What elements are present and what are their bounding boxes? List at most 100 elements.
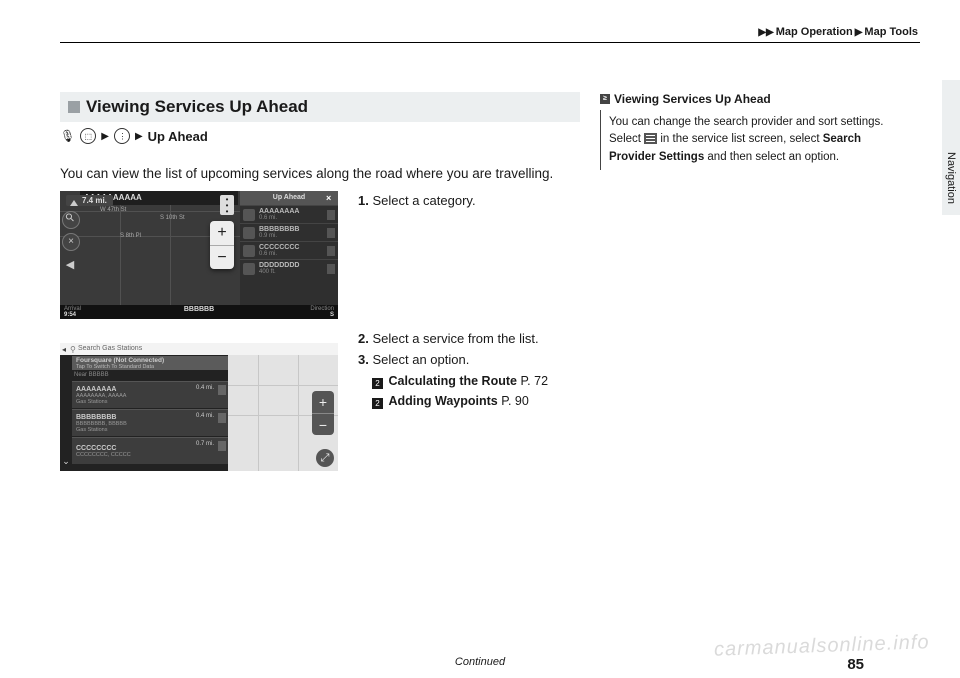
- item-dist: 0.4 mi.: [196, 385, 214, 391]
- side-note-body: You can change the search provider and s…: [600, 110, 890, 170]
- zoom-out-icon[interactable]: −: [312, 413, 334, 436]
- item-dist: 0.7 mi.: [196, 441, 214, 447]
- row-2: ⚲ Search Gas Stations ◂ Foursquare (Not …: [60, 329, 580, 471]
- item-name: DDDDDDDD: [259, 262, 323, 269]
- flag-icon: [327, 228, 335, 238]
- item-name: CCCCCCCC: [259, 244, 323, 251]
- list-item[interactable]: BBBBBBBB BBBBBBBB, BBBBB Gas Stations 0.…: [72, 409, 230, 436]
- reference-link: 2 Calculating the Route P. 72: [372, 371, 580, 391]
- notice-title: Foursquare (Not Connected): [76, 357, 226, 364]
- zoom-in-icon[interactable]: +: [210, 221, 234, 245]
- reference-icon: 2: [372, 378, 383, 389]
- zoom-out-icon[interactable]: −: [210, 245, 234, 270]
- direction-icon: [218, 413, 226, 423]
- direction-icon: [218, 441, 226, 451]
- category-icon: [243, 245, 255, 257]
- step-text: Select an option.: [372, 352, 469, 367]
- distance-badge: 7.4 mi.: [66, 195, 113, 206]
- intro-text: You can view the list of upcoming servic…: [60, 166, 580, 181]
- section-title: Viewing Services Up Ahead: [86, 97, 308, 117]
- flag-icon: [327, 264, 335, 274]
- panel-title: Up Ahead: [240, 191, 338, 205]
- reference-link: 2 Adding Waypoints P. 90: [372, 391, 580, 411]
- list-item[interactable]: AAAAAAAA0.6 mi.: [240, 205, 338, 223]
- breadcrumb-b: Map Tools: [864, 26, 918, 38]
- step-text: Select a service from the list.: [372, 331, 538, 346]
- zoom-control[interactable]: + −: [210, 221, 234, 269]
- path-arrow-icon: ▶: [101, 131, 109, 142]
- chevron-down-icon[interactable]: ⌄: [60, 456, 72, 467]
- row-1: W 47th St S 10th St S 8th Pl Roeland Par…: [60, 191, 580, 319]
- list-item[interactable]: DDDDDDDD400 ft.: [240, 259, 338, 277]
- map-icon: ⬚: [80, 128, 96, 144]
- expand-icon[interactable]: ⤢: [316, 449, 334, 467]
- street-label: S 8th Pl: [120, 233, 141, 239]
- ref-page: P. 72: [520, 374, 548, 388]
- note-text-c: and then select an option.: [704, 151, 839, 163]
- item-dist: 0.6 mi.: [259, 251, 323, 257]
- path-final: Up Ahead: [148, 129, 208, 144]
- item-dist: 0.9 mi.: [259, 233, 323, 239]
- list-item[interactable]: AAAAAAAA AAAAAAAA, AAAAA Gas Stations 0.…: [72, 381, 230, 408]
- list-item[interactable]: BBBBBBBB0.9 mi.: [240, 223, 338, 241]
- step-number: 3.: [358, 352, 369, 367]
- street-label: S 10th St: [160, 215, 185, 221]
- near-label: Near BBBBB: [74, 372, 109, 378]
- list-item[interactable]: CCCCCCCC CCCCCCCC, CCCCC 0.7 mi.: [72, 437, 230, 464]
- ref-label: Calculating the Route: [388, 374, 516, 388]
- chevron-left-icon[interactable]: ◀: [62, 257, 78, 273]
- path-arrow-icon: ▶: [135, 131, 143, 142]
- note-text-b: in the service list screen, select: [657, 133, 823, 145]
- category-icon: [243, 227, 255, 239]
- current-road: BBBBBB: [153, 305, 246, 319]
- close-icon[interactable]: ×: [326, 193, 336, 203]
- provider-notice[interactable]: Foursquare (Not Connected) Tap To Switch…: [72, 356, 230, 370]
- note-icon: ≥: [600, 94, 610, 104]
- main-column: Viewing Services Up Ahead 🎙 ⬚ ▶ ⋮ ▶ Up A…: [60, 92, 580, 471]
- category-icon: [243, 209, 255, 221]
- cancel-icon[interactable]: ×: [62, 233, 80, 251]
- ref-page: P. 90: [501, 394, 529, 408]
- side-note-header: ≥ Viewing Services Up Ahead: [600, 92, 890, 106]
- zoom-control[interactable]: + −: [312, 391, 334, 435]
- item-cat: Gas Stations: [76, 399, 226, 405]
- steps-2-3-block: 2. Select a service from the list. 3. Se…: [358, 329, 580, 471]
- item-dist: 400 ft.: [259, 269, 323, 275]
- services-list: AAAAAAAA0.6 mi. BBBBBBBB0.9 mi. CCCCCCCC…: [240, 205, 338, 305]
- voice-icon: 🎙: [60, 129, 75, 143]
- side-tab-spacer: [942, 80, 960, 140]
- screenshot-service-list: ⚲ Search Gas Stations ◂ Foursquare (Not …: [60, 343, 338, 471]
- direction-value: S: [330, 312, 334, 318]
- search-bar[interactable]: ⚲ Search Gas Stations: [60, 343, 338, 355]
- item-name: AAAAAAAA: [259, 208, 323, 215]
- item-addr: CCCCCCCC, CCCCC: [76, 452, 226, 458]
- menu-dots-icon[interactable]: •••: [220, 195, 234, 215]
- search-icon[interactable]: [62, 211, 80, 229]
- section-header: Viewing Services Up Ahead: [60, 92, 580, 122]
- page-number: 85: [847, 656, 864, 673]
- back-icon[interactable]: ◂: [62, 345, 72, 353]
- menu-dots-icon: ⋮: [114, 128, 130, 144]
- step-number: 1.: [358, 193, 369, 208]
- breadcrumb-a: Map Operation: [776, 26, 853, 38]
- continued-label: Continued: [455, 656, 505, 668]
- breadcrumb: ▶▶Map Operation▶Map Tools: [756, 26, 918, 38]
- direction-icon: [218, 385, 226, 395]
- category-icon: [243, 263, 255, 275]
- list-item[interactable]: CCCCCCCC0.6 mi.: [240, 241, 338, 259]
- menu-path: 🎙 ⬚ ▶ ⋮ ▶ Up Ahead: [60, 128, 580, 144]
- street-label: W 47th St: [100, 207, 126, 213]
- menu-icon: [644, 133, 657, 144]
- arrival-time: 9:54: [64, 312, 76, 318]
- item-dist: 0.4 mi.: [196, 413, 214, 419]
- flag-icon: [327, 246, 335, 256]
- section-bullet-icon: [68, 101, 80, 113]
- step-number: 2.: [358, 331, 369, 346]
- item-dist: 0.6 mi.: [259, 215, 323, 221]
- side-tab-navigation: Navigation: [942, 140, 960, 215]
- notice-sub: Tap To Switch To Standard Data: [76, 364, 226, 370]
- reference-icon: 2: [372, 398, 383, 409]
- side-column: ≥ Viewing Services Up Ahead You can chan…: [600, 92, 890, 170]
- zoom-in-icon[interactable]: +: [312, 391, 334, 413]
- header-rule: [60, 42, 920, 43]
